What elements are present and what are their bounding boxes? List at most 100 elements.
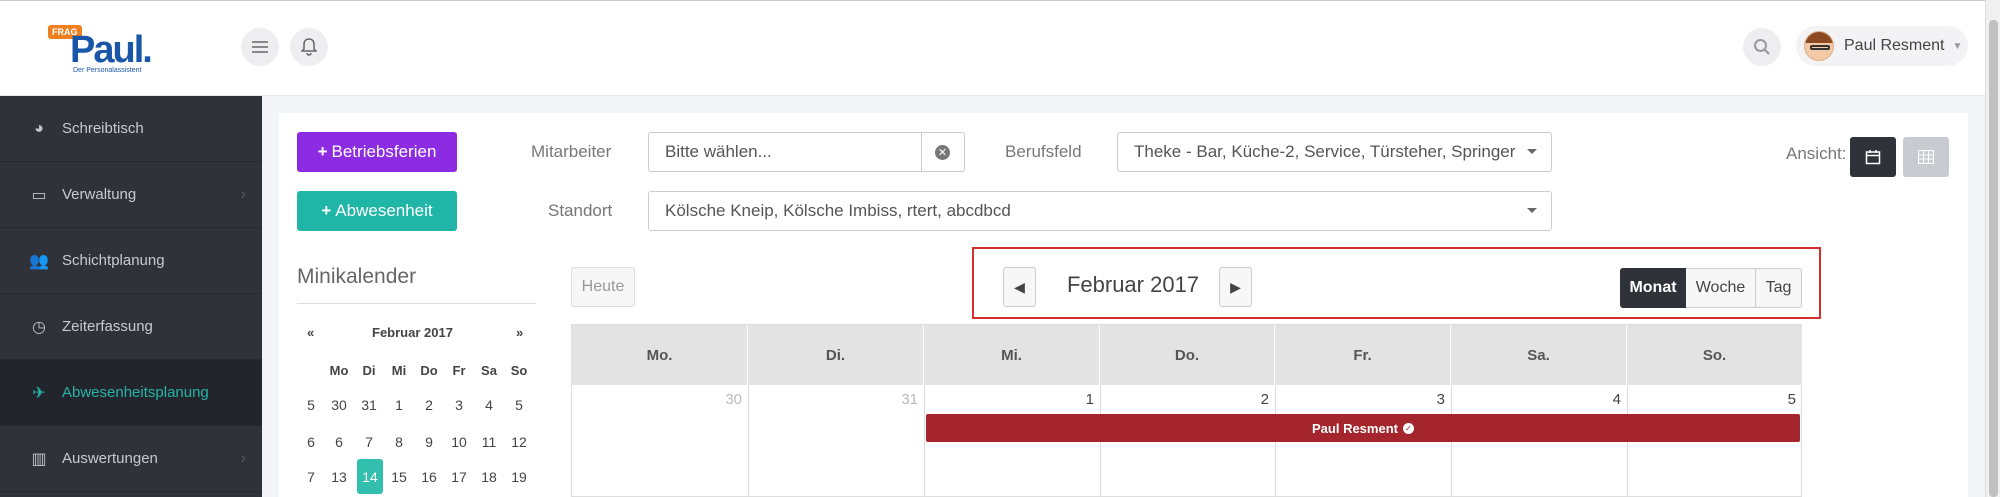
- sidebar: ◕ Schreibtisch ▭ Verwaltung › 👥 Schichtp…: [0, 96, 262, 497]
- chevron-right-icon: ›: [240, 449, 246, 467]
- absence-event[interactable]: Paul Resment ✓: [926, 414, 1800, 442]
- mini-day[interactable]: 1: [386, 390, 412, 420]
- view-woche-button[interactable]: Woche: [1686, 268, 1756, 308]
- bar-chart-icon: ▥: [31, 450, 47, 468]
- next-month-button[interactable]: ▶: [1219, 267, 1252, 307]
- mini-day[interactable]: 5: [506, 390, 532, 420]
- berufsfeld-select[interactable]: Theke - Bar, Küche-2, Service, Türsteher…: [1117, 132, 1552, 172]
- chevron-down-icon: [1527, 149, 1537, 154]
- mini-day[interactable]: 31: [356, 390, 382, 420]
- mini-week-number: 5: [307, 397, 315, 413]
- event-label: Paul Resment: [1312, 420, 1398, 436]
- mini-day[interactable]: 8: [386, 427, 412, 457]
- add-betriebsferien-button[interactable]: + Betriebsferien: [297, 132, 457, 172]
- bell-icon: [301, 38, 317, 56]
- day-cell-number[interactable]: 1: [1064, 391, 1094, 408]
- mini-day[interactable]: 3: [446, 390, 472, 420]
- page-scrollbar[interactable]: [1985, 0, 2000, 497]
- add-abwesenheit-button[interactable]: + Abwesenheit: [297, 191, 457, 231]
- day-cell-number[interactable]: 3: [1415, 391, 1445, 408]
- mini-day[interactable]: 12: [506, 427, 532, 457]
- sidebar-item-verwaltung[interactable]: ▭ Verwaltung ›: [0, 162, 262, 228]
- top-bar: FRAG Paul. Der Personalassistent Paul Re…: [0, 0, 1985, 96]
- user-menu[interactable]: Paul Resment ▼: [1796, 26, 1968, 66]
- view-tag-button[interactable]: Tag: [1756, 268, 1802, 308]
- search-button[interactable]: [1743, 28, 1781, 66]
- day-cell-number[interactable]: 5: [1766, 391, 1796, 408]
- weekday-header: Sa.: [1451, 325, 1627, 385]
- mitarbeiter-placeholder: Bitte wählen...: [665, 142, 772, 161]
- avatar: [1804, 31, 1834, 61]
- sidebar-item-label: Schreibtisch: [62, 120, 144, 137]
- mini-day[interactable]: 19: [506, 462, 532, 492]
- mini-day[interactable]: 9: [416, 427, 442, 457]
- mini-day[interactable]: 30: [326, 390, 352, 420]
- hamburger-icon: [252, 41, 268, 53]
- divider: [297, 303, 536, 304]
- mini-weekday: Di: [362, 362, 376, 378]
- mini-month-label[interactable]: Februar 2017: [372, 325, 453, 340]
- mini-calendar-title: Minikalender: [297, 265, 417, 288]
- mini-weekday: So: [510, 362, 528, 378]
- sidebar-item-abwesenheitsplanung[interactable]: ✈ Abwesenheitsplanung: [0, 360, 262, 426]
- weekday-header: Mo.: [572, 325, 748, 385]
- mini-day[interactable]: 7: [356, 427, 382, 457]
- sidebar-item-zeiterfassung[interactable]: ◷ Zeiterfassung: [0, 294, 262, 360]
- plus-icon: +: [317, 142, 328, 161]
- mini-day[interactable]: 2: [416, 390, 442, 420]
- notifications-button[interactable]: [290, 28, 328, 66]
- betriebsferien-label: Betriebsferien: [331, 142, 437, 161]
- standort-value: Kölsche Kneip, Kölsche Imbiss, rtert, ab…: [665, 201, 1011, 220]
- month-calendar: Mo. Di. Mi. Do. Fr. Sa. So. 30 31 1 2 3 …: [571, 324, 1802, 497]
- mini-day[interactable]: 4: [476, 390, 502, 420]
- calendar-icon: [1865, 150, 1881, 165]
- mini-day[interactable]: 15: [386, 462, 412, 492]
- mitarbeiter-select[interactable]: Bitte wählen...: [648, 132, 922, 172]
- mini-week-number: 7: [307, 469, 315, 485]
- mini-day[interactable]: 13: [326, 462, 352, 492]
- sidebar-item-schichtplanung[interactable]: 👥 Schichtplanung: [0, 228, 262, 294]
- weekday-header: Mi.: [924, 325, 1100, 385]
- mini-day[interactable]: 16: [416, 462, 442, 492]
- scrollbar-thumb[interactable]: [1989, 20, 1998, 497]
- check-circle-icon: ✓: [1402, 422, 1414, 434]
- mini-weekday: Mo: [329, 362, 349, 378]
- table-view-button[interactable]: [1903, 137, 1949, 177]
- standort-select[interactable]: Kölsche Kneip, Kölsche Imbiss, rtert, ab…: [648, 191, 1552, 231]
- laptop-icon: ▭: [31, 186, 47, 204]
- sidebar-item-label: Abwesenheitsplanung: [62, 384, 209, 401]
- mini-weekday: Mi: [391, 362, 407, 378]
- day-cell-number[interactable]: 4: [1591, 391, 1621, 408]
- berufsfeld-value: Theke - Bar, Küche-2, Service, Türsteher…: [1134, 142, 1516, 161]
- mini-day-today[interactable]: 14: [357, 459, 383, 494]
- mini-day[interactable]: 6: [326, 427, 352, 457]
- mini-weekday: Sa: [481, 362, 497, 378]
- mini-day[interactable]: 17: [446, 462, 472, 492]
- abwesenheit-label: Abwesenheit: [335, 201, 433, 220]
- prev-month-button[interactable]: ◀: [1003, 267, 1036, 307]
- mini-weekday: Do: [420, 362, 438, 378]
- view-monat-button[interactable]: Monat: [1620, 268, 1686, 308]
- today-button[interactable]: Heute: [571, 267, 635, 307]
- search-icon: [1754, 39, 1770, 55]
- mini-day[interactable]: 10: [446, 427, 472, 457]
- mini-day[interactable]: 11: [476, 427, 502, 457]
- table-icon: [1918, 150, 1934, 164]
- day-cell-number[interactable]: 2: [1239, 391, 1269, 408]
- mini-day[interactable]: 18: [476, 462, 502, 492]
- mini-prev-button[interactable]: «: [307, 325, 314, 340]
- clear-mitarbeiter-button[interactable]: ✕: [921, 132, 965, 172]
- calendar-view-button[interactable]: [1850, 137, 1896, 177]
- day-cell-number[interactable]: 30: [712, 391, 742, 408]
- sidebar-item-auswertungen[interactable]: ▥ Auswertungen ›: [0, 426, 262, 492]
- menu-toggle-button[interactable]: [241, 28, 279, 66]
- day-cell-number[interactable]: 31: [888, 391, 918, 408]
- frag-paul-logo[interactable]: FRAG Paul. Der Personalassistent: [44, 23, 164, 79]
- mini-next-button[interactable]: »: [516, 325, 523, 340]
- logo-name: Paul.: [70, 29, 153, 71]
- weekday-header: Do.: [1100, 325, 1275, 385]
- clear-icon: ✕: [935, 144, 950, 160]
- users-icon: 👥: [29, 252, 49, 270]
- weekday-header: Fr.: [1275, 325, 1451, 385]
- sidebar-item-schreibtisch[interactable]: ◕ Schreibtisch: [0, 96, 262, 162]
